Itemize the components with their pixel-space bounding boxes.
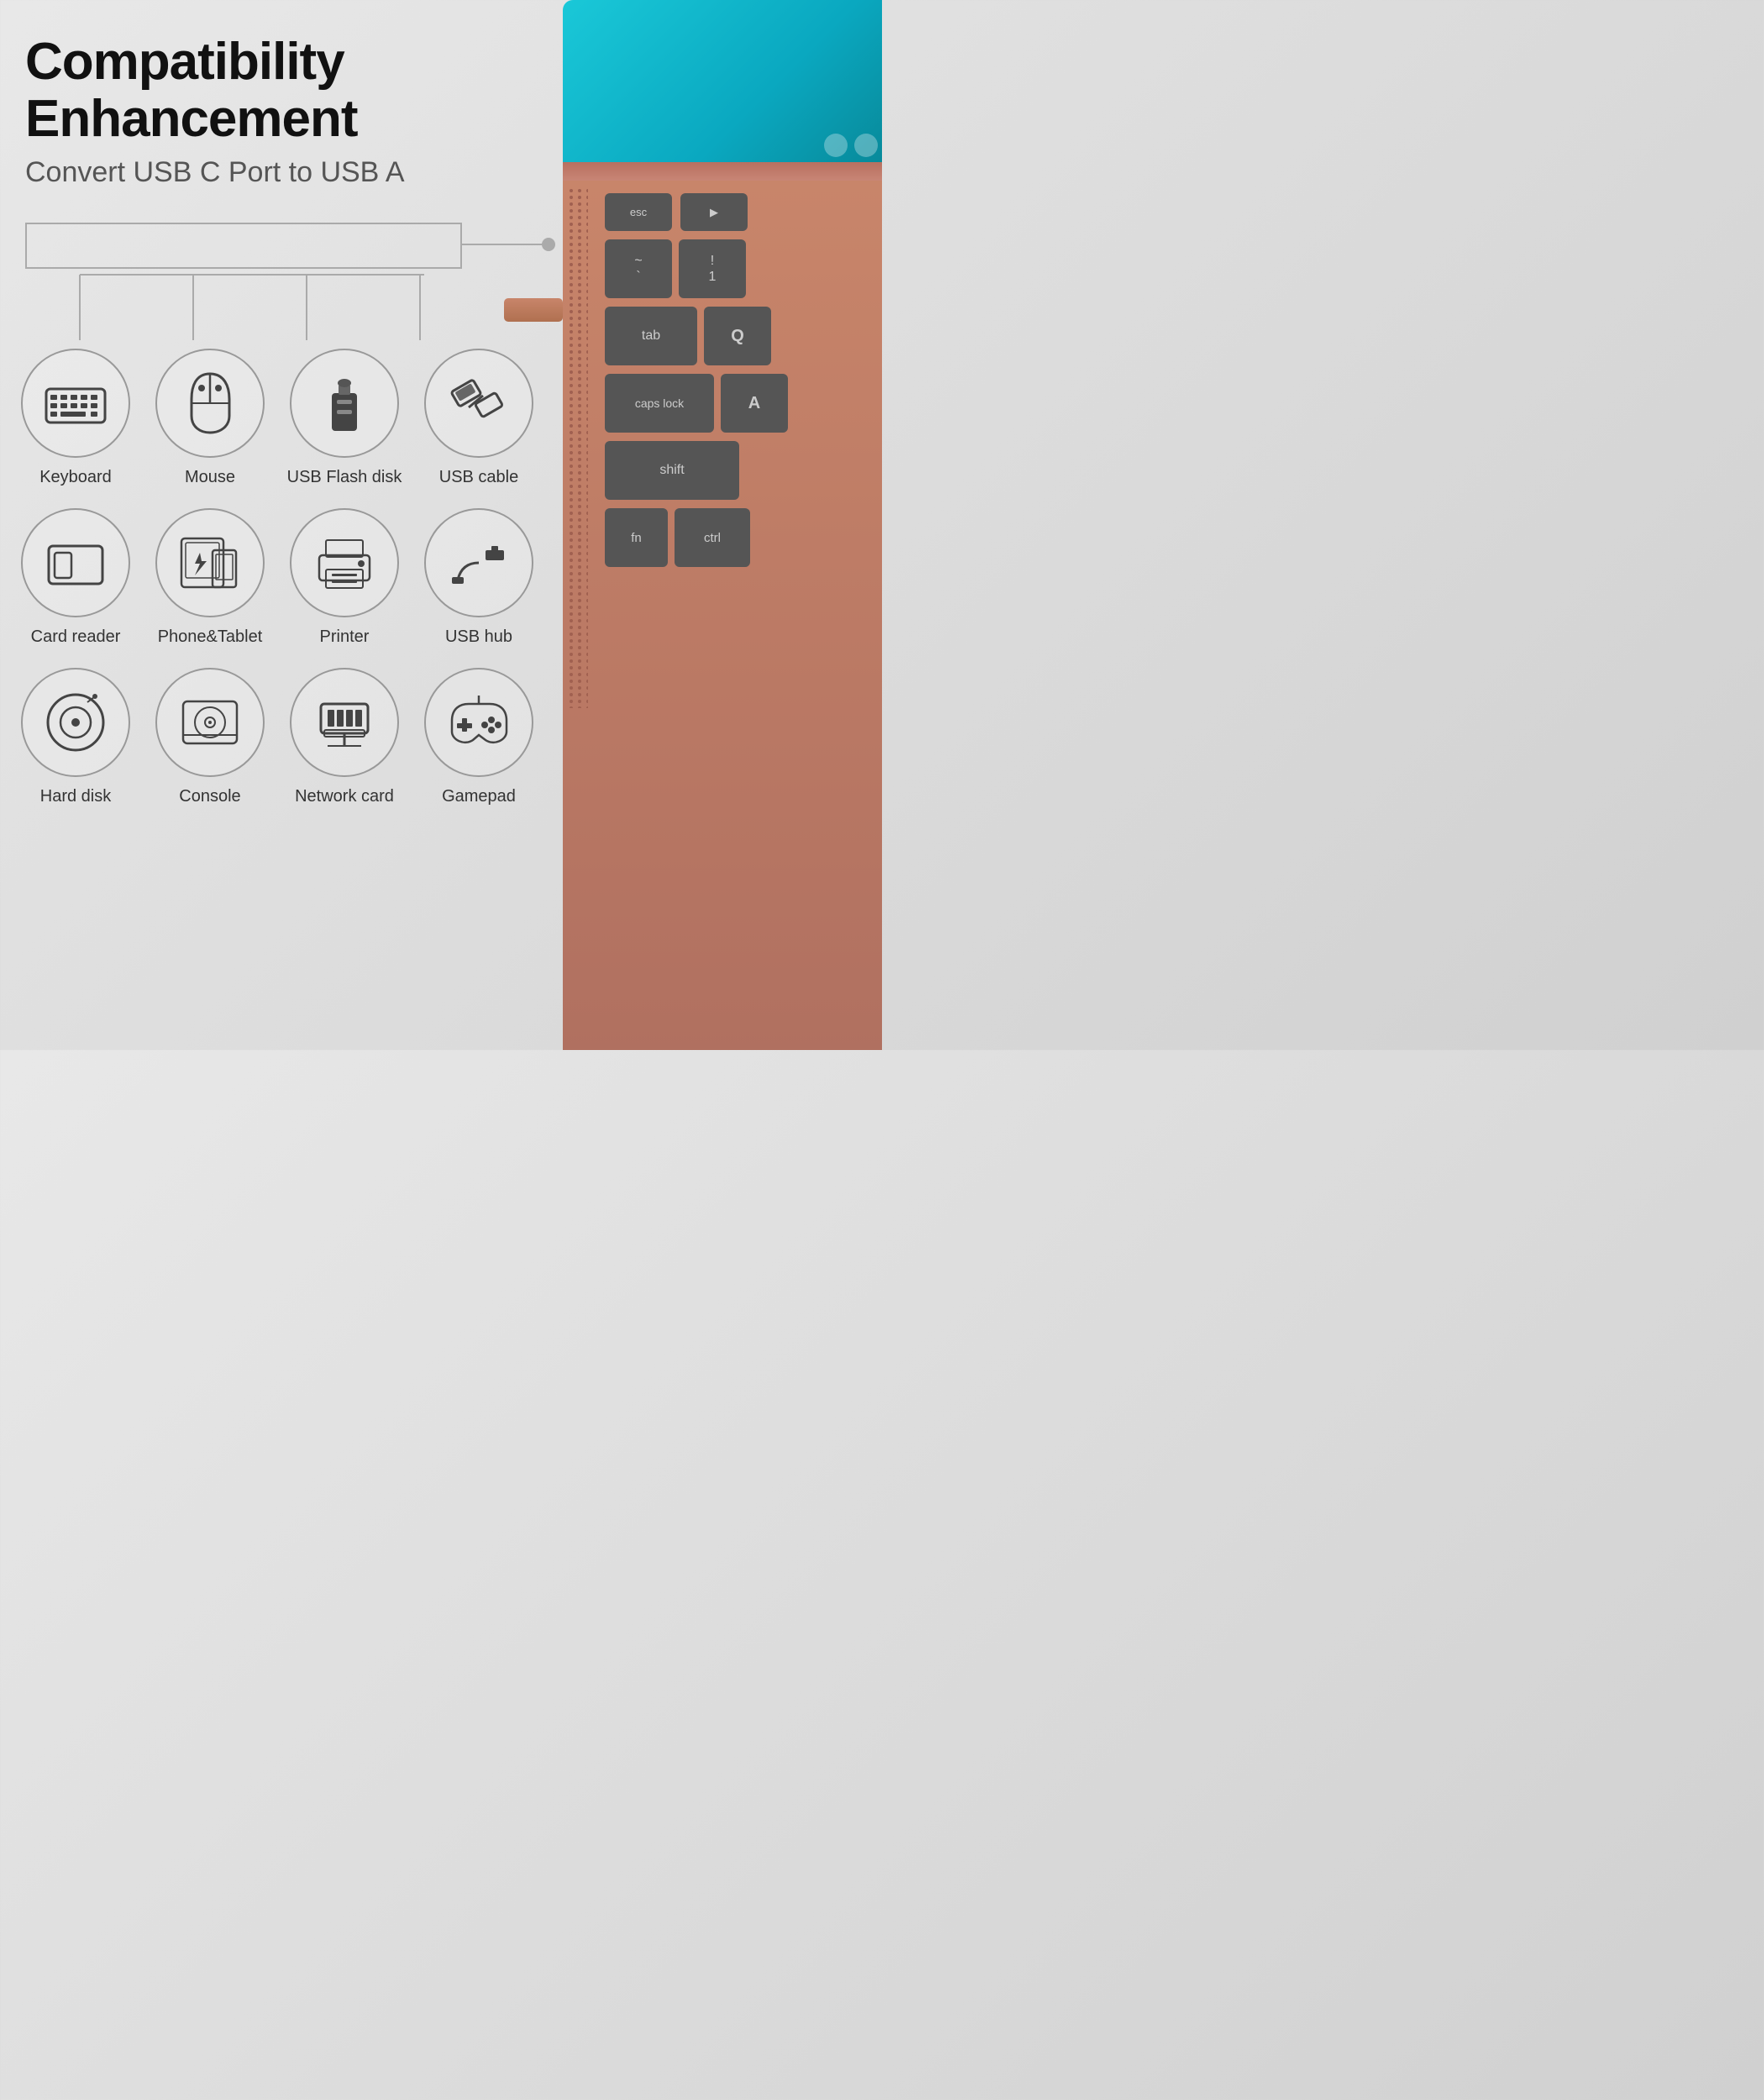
ctrl-key: ctrl: [675, 508, 750, 567]
mouse-icon: [183, 370, 238, 437]
tab-key: tab: [605, 307, 697, 365]
fn-key: fn: [605, 508, 668, 567]
icon-item-hard-disk: Hard disk: [8, 659, 143, 819]
network-card-label: Network card: [295, 787, 394, 806]
laptop-hinge: [563, 162, 882, 181]
icons-grid: Keyboard Mouse: [8, 340, 546, 819]
connector-area: [25, 223, 529, 273]
icon-circle-printer: [290, 508, 399, 617]
icon-circle-mouse: [155, 349, 265, 458]
icon-circle-phone-tablet: [155, 508, 265, 617]
console-icon: [176, 689, 244, 756]
icon-circle-usb-flash: [290, 349, 399, 458]
icon-item-mouse: Mouse: [143, 340, 277, 500]
branch-container: [25, 273, 529, 340]
left-panel: Compatibility Enhancement Convert USB C …: [0, 0, 554, 1050]
one-key: !1: [679, 239, 746, 298]
icon-item-phone-tablet: Phone&Tablet: [143, 500, 277, 659]
key-row-fn: fn ctrl: [592, 504, 882, 571]
gamepad-icon: [444, 691, 515, 754]
icon-circle-console: [155, 668, 265, 777]
printer-icon: [311, 532, 378, 595]
icon-circle-usb-cable: [424, 349, 533, 458]
keyboard-area: esc ▶ ~` !1 tab Q caps lock A: [592, 185, 882, 571]
icon-item-usb-flash: USB Flash disk: [277, 340, 412, 500]
icon-item-card-reader: Card reader: [8, 500, 143, 659]
icon-circle-usb-hub: [424, 508, 533, 617]
key-row-shift: shift: [592, 437, 882, 504]
key-row-caps: caps lock A: [592, 370, 882, 437]
key-row-numbers: ~` !1: [592, 235, 882, 302]
shift-key: shift: [605, 441, 739, 500]
laptop-panel: esc ▶ ~` !1 tab Q caps lock A: [529, 0, 882, 1050]
title-section: Compatibility Enhancement Convert USB C …: [0, 0, 554, 197]
speaker-grille-svg: [567, 187, 588, 708]
subtitle: Convert USB C Port to USB A: [25, 156, 529, 189]
network-card-icon: [311, 691, 378, 754]
speaker-grille: [563, 181, 592, 701]
usb-hub-icon: [445, 533, 512, 592]
laptop-body: esc ▶ ~` !1 tab Q caps lock A: [563, 181, 882, 1050]
main-title: Compatibility Enhancement: [25, 34, 529, 148]
icon-circle-card-reader: [21, 508, 130, 617]
gamepad-label: Gamepad: [442, 787, 516, 806]
key-row-esc: esc ▶: [592, 185, 882, 235]
usb-hub-label: USB hub: [445, 627, 512, 647]
keyboard-label: Keyboard: [39, 468, 112, 487]
play-key: ▶: [680, 193, 748, 231]
q-key: Q: [704, 307, 771, 365]
phone-tablet-label: Phone&Tablet: [158, 627, 263, 647]
icon-item-printer: Printer: [277, 500, 412, 659]
usb-flash-label: USB Flash disk: [287, 468, 402, 487]
keyboard-icon: [42, 381, 109, 427]
tilde-key: ~`: [605, 239, 672, 298]
key-row-tab: tab Q: [592, 302, 882, 370]
icon-item-usb-cable: USB cable: [412, 340, 546, 500]
usb-cable-label: USB cable: [439, 468, 519, 487]
icon-item-usb-hub: USB hub: [412, 500, 546, 659]
card-reader-icon: [42, 536, 109, 591]
icon-item-keyboard: Keyboard: [8, 340, 143, 500]
printer-label: Printer: [320, 627, 370, 647]
console-label: Console: [179, 787, 240, 806]
card-reader-label: Card reader: [31, 627, 121, 647]
branch-lines-svg: [25, 273, 479, 340]
a-key: A: [721, 374, 788, 433]
icon-item-console: Console: [143, 659, 277, 819]
mouse-label: Mouse: [185, 468, 235, 487]
esc-key: esc: [605, 193, 672, 231]
icon-item-gamepad: Gamepad: [412, 659, 546, 819]
icon-circle-keyboard: [21, 349, 130, 458]
icon-item-network-card: Network card: [277, 659, 412, 819]
connector-box: [25, 223, 462, 269]
icon-circle-gamepad: [424, 668, 533, 777]
usb-adapter: [504, 298, 563, 322]
caps-key: caps lock: [605, 374, 714, 433]
usb-flash-icon: [313, 368, 376, 439]
icon-circle-hard-disk: [21, 668, 130, 777]
hard-disk-label: Hard disk: [40, 787, 111, 806]
hard-disk-icon: [42, 689, 109, 756]
laptop-screen: [563, 0, 882, 164]
icon-circle-network-card: [290, 668, 399, 777]
phone-tablet-icon: [175, 532, 246, 595]
usb-cable-icon: [445, 372, 512, 435]
